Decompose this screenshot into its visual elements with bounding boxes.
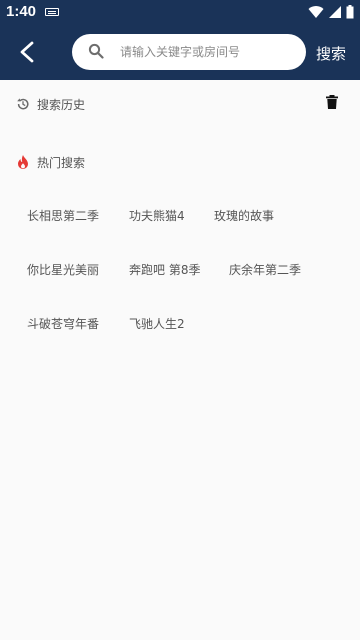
hot-tag[interactable]: 斗破苍穹年番: [27, 315, 99, 332]
trash-icon: [326, 95, 338, 109]
back-button[interactable]: [14, 40, 42, 64]
app-toolbar: 搜索: [0, 24, 360, 80]
search-button[interactable]: 搜索: [316, 43, 346, 64]
hot-tag[interactable]: 庆余年第二季: [229, 261, 301, 278]
history-title: 搜索历史: [37, 97, 86, 112]
hot-header: 热门搜索: [16, 152, 85, 172]
hot-tag[interactable]: 奔跑吧 第8季: [129, 261, 200, 278]
search-box[interactable]: [72, 34, 306, 70]
clear-history-button[interactable]: [326, 94, 338, 113]
keyboard-icon: [45, 8, 59, 16]
hot-tag[interactable]: 玫瑰的故事: [214, 207, 274, 224]
hot-tag[interactable]: 功夫熊猫4: [129, 207, 185, 224]
hot-tag[interactable]: 长相思第二季: [27, 207, 99, 224]
wifi-icon: [308, 6, 324, 19]
search-icon: [88, 43, 104, 59]
hot-tag[interactable]: 你比星光美丽: [27, 261, 99, 278]
history-icon: [17, 98, 29, 110]
hot-title: 热门搜索: [37, 155, 86, 170]
flame-icon: [18, 155, 28, 169]
battery-icon: [346, 5, 354, 19]
signal-icon: [329, 6, 341, 18]
hot-tag[interactable]: 飞驰人生2: [129, 315, 185, 332]
search-input[interactable]: [120, 40, 298, 64]
chevron-left-icon: [20, 41, 34, 63]
status-time: 1:40: [6, 3, 37, 20]
system-icons: [308, 4, 354, 20]
history-header: 搜索历史: [16, 94, 85, 114]
status-bar: 1:40: [0, 0, 360, 24]
